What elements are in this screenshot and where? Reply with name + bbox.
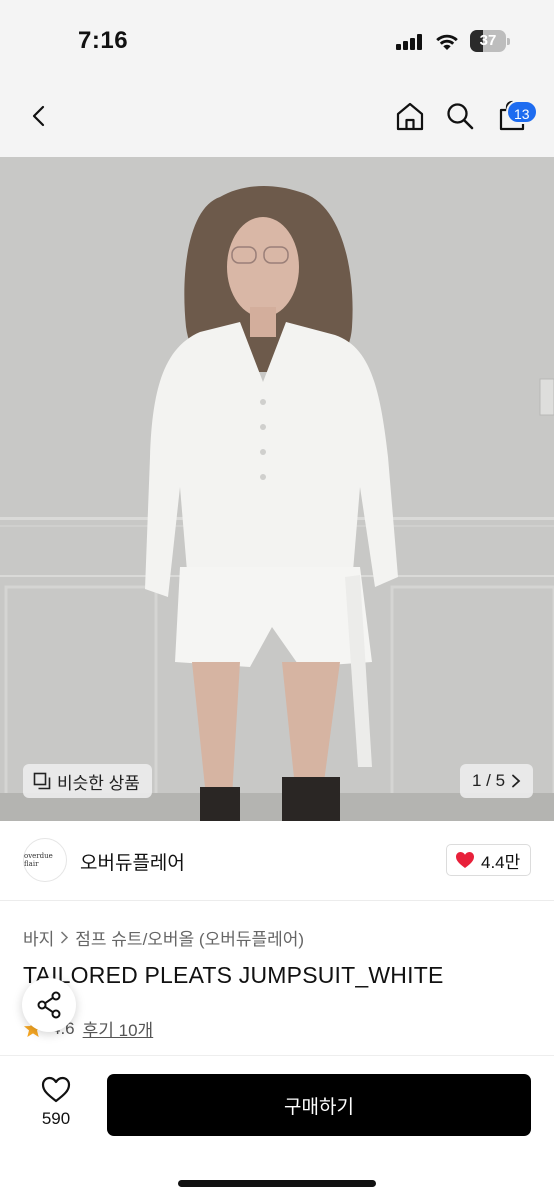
brand-row: overdue flair 오버듀플레어 4.4만 (0, 821, 554, 901)
product-title: TAILORED PLEATS JUMPSUIT_WHITE (23, 962, 444, 988)
bottom-action-bar: 590 구매하기 (0, 1055, 554, 1200)
wifi-icon (434, 31, 460, 51)
category-breadcrumb: 바지 점프 슈트/오버올 (오버듀플레어) (23, 925, 304, 950)
cellular-signal-icon (396, 34, 424, 50)
brand-like-count: 4.4만 (481, 852, 521, 872)
page-indicator-text: 1 / 5 (472, 771, 506, 790)
home-button[interactable] (390, 96, 430, 136)
share-button[interactable] (22, 978, 76, 1032)
product-image-gallery[interactable]: 비슷한 상품 1 / 5 (0, 157, 554, 821)
image-page-indicator[interactable]: 1 / 5 (460, 764, 534, 798)
similar-items-icon (33, 772, 51, 790)
cart-count-badge: 13 (506, 100, 538, 124)
breadcrumb-subcategory[interactable]: 점프 슈트/오버올 (오버듀플레어) (75, 925, 304, 950)
heart-outline-icon (41, 1076, 71, 1103)
top-navigation (0, 80, 554, 157)
brand-like-button[interactable]: 4.4만 (446, 844, 532, 876)
chevron-right-icon (61, 931, 69, 944)
home-icon (396, 102, 424, 131)
similar-products-label: 비슷한 상품 (57, 773, 140, 793)
buy-button[interactable]: 구매하기 (107, 1074, 531, 1136)
chevron-right-icon (512, 774, 521, 788)
battery-level: 37 (479, 32, 497, 49)
wishlist-count: 590 (41, 1109, 71, 1128)
status-time: 7:16 (78, 27, 129, 54)
share-icon (37, 991, 61, 1019)
wishlist-button[interactable]: 590 (28, 1076, 84, 1129)
status-bar: 7:16 37 (0, 0, 554, 80)
home-indicator (178, 1180, 376, 1187)
search-button[interactable] (440, 96, 480, 136)
reviews-link[interactable]: 후기 10개 (83, 1016, 154, 1041)
breadcrumb-category[interactable]: 바지 (23, 925, 54, 950)
brand-logo[interactable]: overdue flair (23, 838, 67, 882)
battery-icon: 37 (470, 30, 510, 52)
similar-products-button[interactable]: 비슷한 상품 (23, 764, 152, 798)
heart-filled-icon (456, 852, 474, 868)
chevron-left-icon (32, 105, 45, 127)
back-button[interactable] (20, 96, 60, 136)
search-icon (447, 103, 474, 130)
product-photo (0, 157, 554, 821)
brand-name[interactable]: 오버듀플레어 (80, 848, 185, 875)
